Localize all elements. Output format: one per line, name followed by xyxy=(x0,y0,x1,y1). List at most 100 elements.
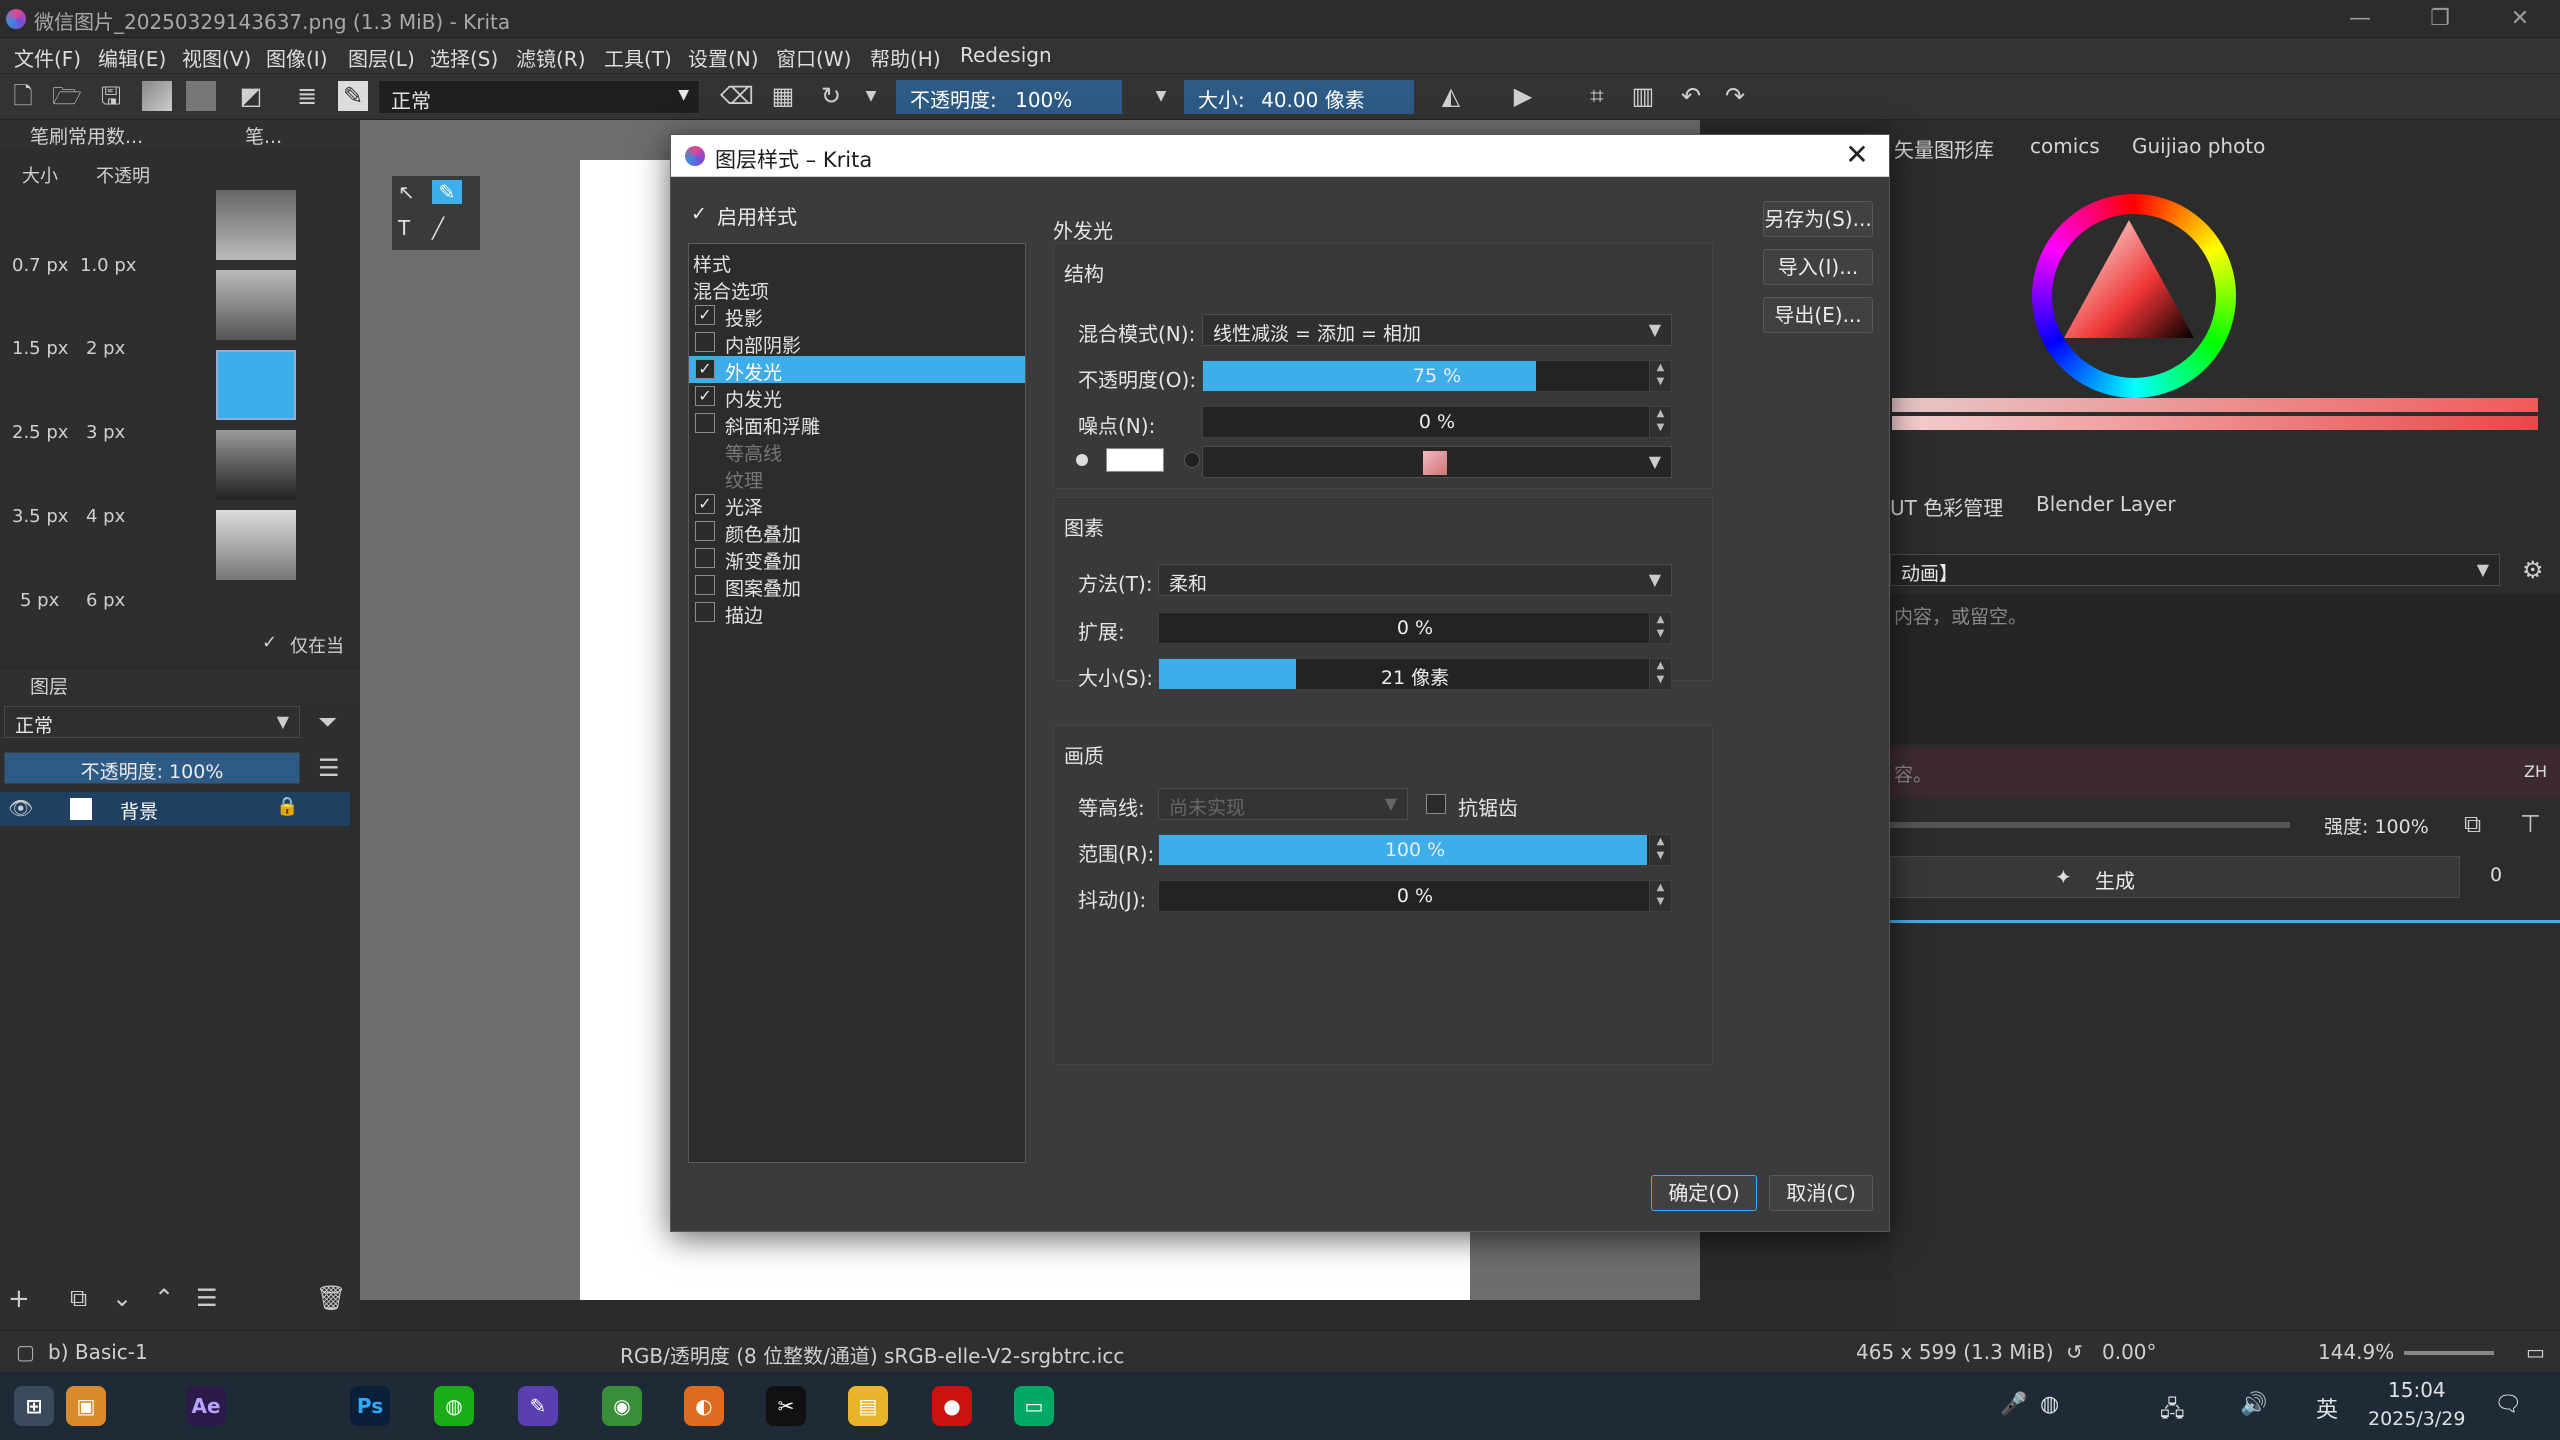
minimize-button[interactable]: — xyxy=(2330,2,2390,36)
size-preset[interactable]: 5 px xyxy=(20,590,59,611)
style-list-item[interactable]: 描边 xyxy=(689,599,1025,627)
speaker-icon[interactable]: 🔊 xyxy=(2240,1392,2267,1417)
app-icon[interactable]: ▣ xyxy=(66,1386,106,1426)
mirror-vertical-icon[interactable]: ▶ xyxy=(1508,81,1538,111)
zoom-value[interactable]: 144.9% xyxy=(2318,1340,2394,1364)
brush-tool-icon[interactable]: ✎ xyxy=(432,180,462,204)
add-layer-icon[interactable]: + xyxy=(8,1284,30,1314)
prompt-input[interactable]: 内容，或留空。 xyxy=(1890,594,2560,744)
style-list-item[interactable]: 颜色叠加 xyxy=(689,518,1025,546)
tab-size[interactable]: 大小 xyxy=(22,162,58,188)
gradient-radio[interactable] xyxy=(1184,452,1200,468)
new-document-icon[interactable]: 🗋 xyxy=(8,81,38,111)
style-list-item[interactable]: 图案叠加 xyxy=(689,572,1025,600)
tab-color-management[interactable]: UT 色彩管理 xyxy=(1890,492,2003,521)
brush-preset-icon[interactable]: ✎ xyxy=(338,81,368,111)
close-window-button[interactable]: ✕ xyxy=(2490,2,2550,36)
zoom-slider[interactable] xyxy=(2404,1351,2494,1355)
strength-track[interactable] xyxy=(1890,822,2290,828)
animation-select[interactable]: 动画】 ▼ xyxy=(1890,554,2500,586)
wrap-around-icon[interactable]: ▥ xyxy=(1628,81,1658,111)
restore-button[interactable]: ❐ xyxy=(2410,2,2470,36)
size-preset[interactable]: 0.7 px xyxy=(12,255,68,276)
style-checkbox[interactable] xyxy=(695,575,715,595)
style-checkbox[interactable] xyxy=(695,602,715,622)
ime-indicator[interactable]: 英 xyxy=(2316,1392,2338,1424)
screen-app-icon[interactable]: ▭ xyxy=(1014,1386,1054,1426)
eraser-icon[interactable]: ⌫ xyxy=(720,81,754,111)
style-list-item[interactable]: ✓ 外发光 xyxy=(689,356,1025,384)
spin-arrows-icon[interactable]: ▲ ▼ xyxy=(1649,835,1671,865)
size-preset[interactable]: 6 px xyxy=(86,590,125,611)
antialias-checkbox[interactable] xyxy=(1426,794,1446,814)
menu-image[interactable]: 图像(I) xyxy=(266,43,328,72)
import-button[interactable]: 导入(I)... xyxy=(1763,249,1873,285)
reload-preset-icon[interactable]: ↻ xyxy=(816,81,846,111)
rotation-value[interactable]: 0.00° xyxy=(2102,1340,2157,1364)
start-menu-icon[interactable]: ⊞ xyxy=(14,1386,54,1426)
brush-preset-thumb[interactable] xyxy=(216,190,296,260)
lock-icon[interactable]: 🔒 xyxy=(276,796,298,817)
style-list-item[interactable]: 混合选项 xyxy=(689,275,1025,303)
tab-guijiao-photo[interactable]: Guijiao photo xyxy=(2132,134,2265,158)
clock-date[interactable]: 2025/3/29 xyxy=(2368,1408,2465,1430)
menu-tools[interactable]: 工具(T) xyxy=(604,43,672,72)
tab-blender-layer[interactable]: Blender Layer xyxy=(2036,492,2176,516)
menu-settings[interactable]: 设置(N) xyxy=(688,43,759,72)
tab-vector-library[interactable]: 矢量图形库 xyxy=(1894,134,1994,163)
clock-time[interactable]: 15:04 xyxy=(2388,1378,2446,1402)
size-preset[interactable]: 1.0 px xyxy=(80,255,136,276)
menu-redesign[interactable]: Redesign xyxy=(960,43,1052,67)
chevron-down-icon[interactable]: ▼ xyxy=(856,81,886,111)
gradient-select[interactable]: ▼ xyxy=(1202,446,1672,478)
undo-icon[interactable]: ↶ xyxy=(1676,81,1706,111)
select-tool-icon[interactable]: ↖ xyxy=(398,180,415,204)
menu-layer[interactable]: 图层(L) xyxy=(348,43,415,72)
ok-button[interactable]: 确定(O) xyxy=(1651,1175,1757,1211)
redo-icon[interactable]: ↷ xyxy=(1720,81,1750,111)
enable-styles-checkbox[interactable]: ✓ xyxy=(691,203,707,225)
gradient-swatch-icon[interactable] xyxy=(142,81,172,111)
generate-button[interactable]: ✦ 生成 xyxy=(1890,856,2460,898)
jitter-slider[interactable]: 0 % ▲ ▼ xyxy=(1158,880,1672,912)
mirror-horizontal-icon[interactable]: ◭ xyxy=(1436,81,1466,111)
alpha-lock-icon[interactable]: ▦ xyxy=(768,81,798,111)
layer-blend-select[interactable]: 正常 ▼ xyxy=(4,706,300,738)
size-preset[interactable]: 3.5 px xyxy=(12,506,68,527)
glow-color-swatch[interactable] xyxy=(1106,448,1164,472)
move-down-icon[interactable]: ⌄ xyxy=(112,1284,132,1312)
firefox-icon[interactable]: ◐ xyxy=(684,1386,724,1426)
layer-properties-icon[interactable]: ☰ xyxy=(196,1284,218,1312)
style-checkbox[interactable] xyxy=(695,413,715,433)
photoshop-icon[interactable]: Ps xyxy=(350,1386,390,1426)
opacity-slider[interactable]: 不透明度: 100% xyxy=(896,80,1122,114)
current-brush[interactable]: b) Basic-1 xyxy=(48,1340,148,1364)
noise-slider[interactable]: 0 % ▲ ▼ xyxy=(1202,406,1672,438)
crop-icon[interactable]: ⌗ xyxy=(1582,81,1612,111)
style-list-item[interactable]: 等高线 xyxy=(689,437,1025,465)
fg-bg-color-icon[interactable]: ◩ xyxy=(236,81,266,111)
queue-icon[interactable]: ⧉ xyxy=(2464,810,2481,838)
brush-preset-thumb-selected[interactable] xyxy=(216,350,296,420)
style-list-item[interactable]: ✓ 投影 xyxy=(689,302,1025,330)
style-checkbox[interactable]: ✓ xyxy=(695,494,715,514)
style-checkbox[interactable]: ✓ xyxy=(695,386,715,406)
menu-select[interactable]: 选择(S) xyxy=(430,43,498,72)
menu-view[interactable]: 视图(V) xyxy=(182,43,251,72)
krita-taskbar-icon[interactable]: ✎ xyxy=(518,1386,558,1426)
text-tool-icon[interactable]: T xyxy=(398,216,410,240)
network-icon[interactable]: 🖧 xyxy=(2160,1392,2185,1430)
style-checkbox[interactable] xyxy=(695,548,715,568)
menu-window[interactable]: 窗口(W) xyxy=(776,43,851,72)
batch-count[interactable]: 0 xyxy=(2490,864,2502,886)
style-list-item[interactable]: 渐变叠加 xyxy=(689,545,1025,573)
fit-view-icon[interactable]: ▭ xyxy=(2526,1340,2545,1364)
color-slider[interactable] xyxy=(1892,416,2538,430)
layer-row[interactable]: 👁 背景 🔒 xyxy=(0,792,350,826)
wechat-icon[interactable]: ◍ xyxy=(434,1386,474,1426)
negative-prompt-input[interactable]: 容。 ZH xyxy=(1890,748,2560,798)
brush-settings-icon[interactable]: ≣ xyxy=(292,81,322,111)
delete-layer-icon[interactable]: 🗑 xyxy=(316,1284,346,1312)
range-slider[interactable]: 100 % ▲ ▼ xyxy=(1158,834,1672,866)
notifications-icon[interactable]: 🗨 xyxy=(2494,1392,2522,1417)
